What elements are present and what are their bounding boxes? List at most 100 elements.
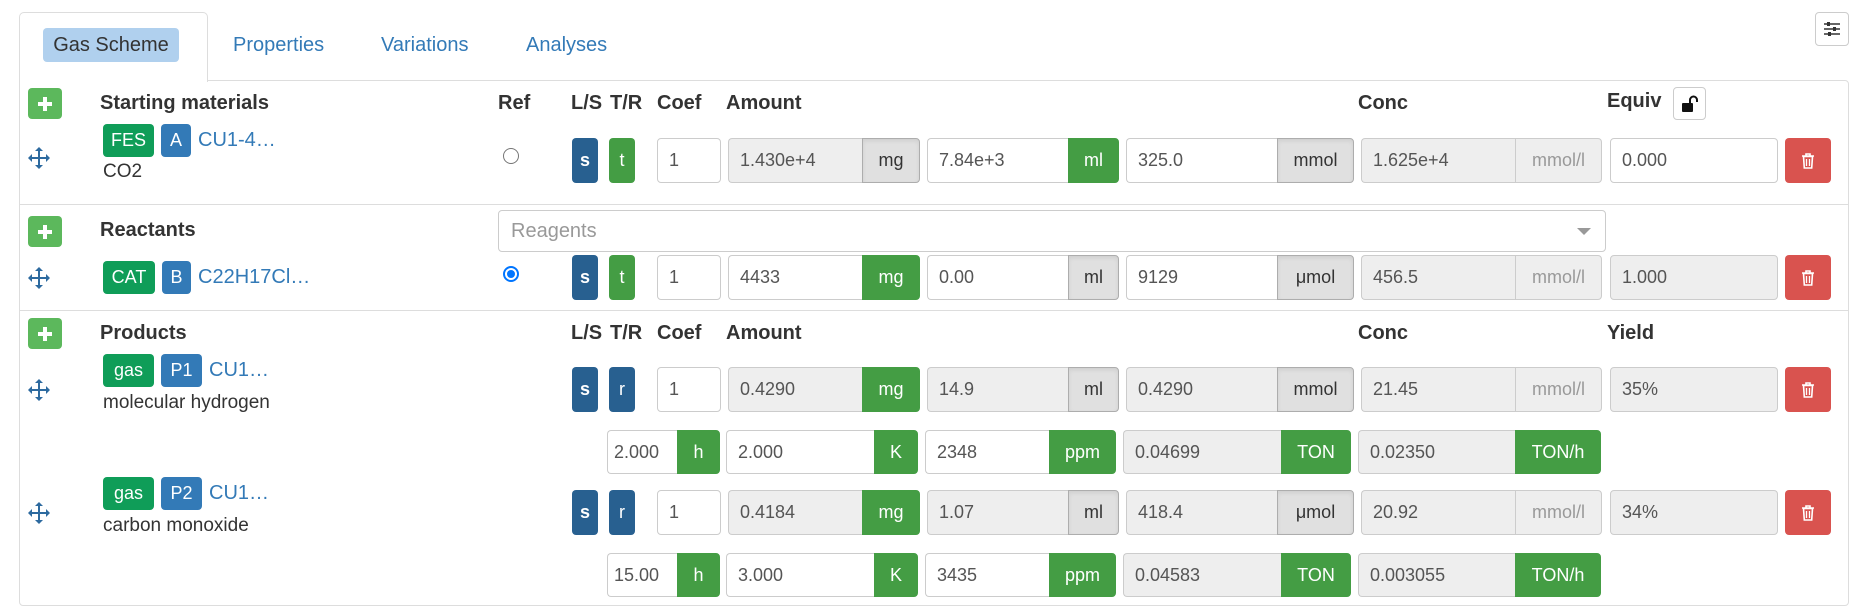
tab-analyses[interactable]: Analyses xyxy=(526,28,607,62)
equiv-input[interactable]: 0.000 xyxy=(1610,138,1778,183)
badge-gas: gas xyxy=(103,354,154,387)
material-link[interactable]: CU1… xyxy=(209,354,269,387)
drag-handle-icon[interactable] xyxy=(27,378,51,402)
badge-gas: gas xyxy=(103,477,154,510)
delete-material-button[interactable] xyxy=(1785,367,1831,412)
solid-liquid-toggle[interactable]: s xyxy=(572,138,598,183)
target-real-toggle[interactable]: r xyxy=(609,367,635,412)
volume-input-group: 0.00 ml xyxy=(927,255,1119,300)
badge-label-b: B xyxy=(162,261,191,294)
tab-properties[interactable]: Properties xyxy=(233,28,324,62)
reference-radio[interactable] xyxy=(503,148,519,164)
volume-input[interactable]: 0.00 xyxy=(927,255,1068,300)
mass-unit-button[interactable]: mg xyxy=(862,255,920,300)
mass-input-group: 0.4184 mg xyxy=(728,490,920,535)
temperature-input[interactable]: 3.000 xyxy=(726,553,874,597)
volume-unit-button[interactable]: ml xyxy=(1068,255,1119,300)
mass-unit-button[interactable]: mg xyxy=(862,367,920,412)
volume-input: 1.07 xyxy=(927,490,1068,535)
amount-unit-button[interactable]: μmol xyxy=(1277,255,1354,300)
add-product-button[interactable] xyxy=(28,318,62,349)
material-link[interactable]: C22H17Cl… xyxy=(198,261,310,294)
ppm-unit-button[interactable]: ppm xyxy=(1049,553,1116,597)
delete-material-button[interactable] xyxy=(1785,255,1831,300)
concentration-input-group: 21.45 mmol/l xyxy=(1361,367,1602,412)
gas-concentration-input[interactable]: 2348 xyxy=(925,430,1049,474)
header-conc: Conc xyxy=(1358,322,1408,344)
material-link[interactable]: CU1… xyxy=(209,477,269,510)
reaction-time-group: 15.00 h xyxy=(607,553,720,597)
header-amount: Amount xyxy=(726,92,802,114)
mass-unit-button[interactable]: mg xyxy=(862,490,920,535)
tof-unit-button[interactable]: TON/h xyxy=(1515,430,1601,474)
mass-unit-button[interactable]: mg xyxy=(862,138,920,183)
amount-unit-button[interactable]: mmol xyxy=(1277,367,1354,412)
target-real-toggle[interactable]: t xyxy=(609,255,635,300)
coef-input[interactable]: 1 xyxy=(657,138,721,183)
coef-input[interactable]: 1 xyxy=(657,255,721,300)
add-reactant-button[interactable] xyxy=(28,216,62,247)
amount-input-group: 9129 μmol xyxy=(1126,255,1354,300)
time-unit-button[interactable]: h xyxy=(677,553,720,597)
reaction-time-input[interactable]: 15.00 xyxy=(607,553,677,597)
gas-concentration-input[interactable]: 3435 xyxy=(925,553,1049,597)
amount-unit-button[interactable]: μmol xyxy=(1277,490,1354,535)
ton-unit-button[interactable]: TON xyxy=(1281,553,1351,597)
header-ls: L/S xyxy=(571,322,603,344)
time-unit-button[interactable]: h xyxy=(677,430,720,474)
ton-unit-button[interactable]: TON xyxy=(1281,430,1351,474)
target-real-toggle[interactable]: t xyxy=(609,138,635,183)
drag-handle-icon[interactable] xyxy=(27,501,51,525)
ppm-unit-button[interactable]: ppm xyxy=(1049,430,1116,474)
equiv-lock-button[interactable] xyxy=(1673,87,1706,120)
tof-unit-button[interactable]: TON/h xyxy=(1515,553,1601,597)
coef-input[interactable]: 1 xyxy=(657,367,721,412)
volume-unit-button[interactable]: ml xyxy=(1068,367,1119,412)
material-name: molecular hydrogen xyxy=(103,392,270,413)
delete-material-button[interactable] xyxy=(1785,138,1831,183)
solid-liquid-toggle[interactable]: s xyxy=(572,255,598,300)
material-name: carbon monoxide xyxy=(103,515,249,536)
volume-unit-button[interactable]: ml xyxy=(1068,490,1119,535)
amount-input: 0.4290 xyxy=(1126,367,1277,412)
header-tr: T/R xyxy=(610,92,643,114)
reaction-time-input[interactable]: 2.000 xyxy=(607,430,677,474)
reagents-select-placeholder: Reagents xyxy=(511,220,597,242)
drag-handle-icon[interactable] xyxy=(27,146,51,170)
coef-input[interactable]: 1 xyxy=(657,490,721,535)
mass-input[interactable]: 1.430e+4 xyxy=(728,138,862,183)
temperature-input[interactable]: 2.000 xyxy=(726,430,874,474)
plus-icon xyxy=(38,326,52,341)
concentration-input-group: 1.625e+4 mmol/l xyxy=(1361,138,1602,183)
drag-handle-icon[interactable] xyxy=(27,266,51,290)
section-divider xyxy=(20,204,1848,205)
sliders-icon xyxy=(1824,22,1840,36)
amount-input[interactable]: 9129 xyxy=(1126,255,1277,300)
settings-button[interactable] xyxy=(1815,12,1849,46)
amount-input[interactable]: 325.0 xyxy=(1126,138,1277,183)
lock-open-icon xyxy=(1681,95,1698,112)
target-real-toggle[interactable]: r xyxy=(609,490,635,535)
mass-input-group: 1.430e+4 mg xyxy=(728,138,920,183)
amount-unit-button[interactable]: mmol xyxy=(1277,138,1354,183)
solid-liquid-toggle[interactable]: s xyxy=(572,490,598,535)
material-link[interactable]: CU1-4… xyxy=(198,124,276,157)
reference-radio[interactable] xyxy=(503,266,519,282)
mass-input-group: 0.4290 mg xyxy=(728,367,920,412)
volume-input[interactable]: 7.84e+3 xyxy=(927,138,1068,183)
tab-variations[interactable]: Variations xyxy=(381,28,468,62)
mass-input[interactable]: 4433 xyxy=(728,255,862,300)
gas-concentration-group: 3435 ppm xyxy=(925,553,1116,597)
temperature-unit-button[interactable]: K xyxy=(874,553,918,597)
volume-input: 14.9 xyxy=(927,367,1068,412)
tab-gas-scheme[interactable]: Gas Scheme xyxy=(43,28,179,62)
temperature-unit-button[interactable]: K xyxy=(874,430,918,474)
amount-input-group: 0.4290 mmol xyxy=(1126,367,1354,412)
header-tr: T/R xyxy=(610,322,643,344)
tof-value: 0.003055 xyxy=(1358,553,1515,597)
solid-liquid-toggle[interactable]: s xyxy=(572,367,598,412)
add-starting-material-button[interactable] xyxy=(28,88,62,119)
reagents-select[interactable]: Reagents xyxy=(498,210,1606,252)
volume-unit-button[interactable]: ml xyxy=(1068,138,1119,183)
delete-material-button[interactable] xyxy=(1785,490,1831,535)
